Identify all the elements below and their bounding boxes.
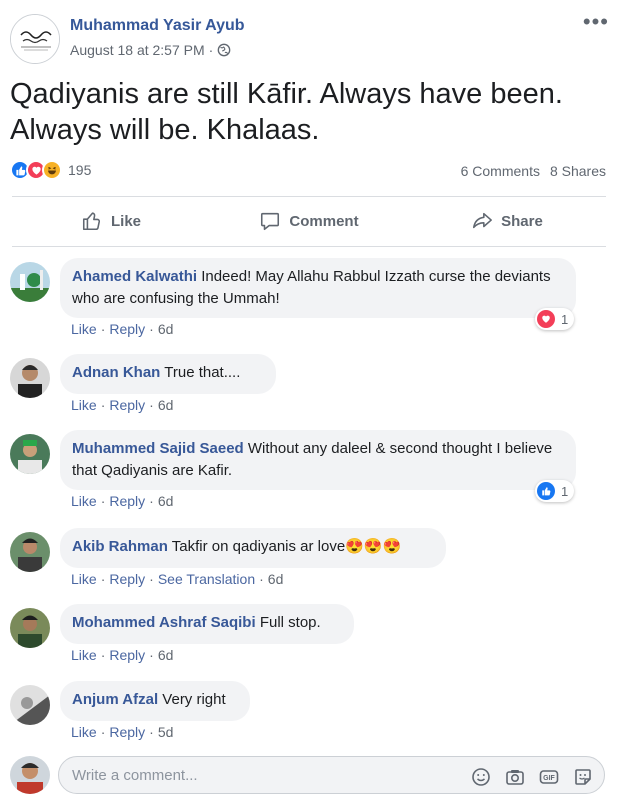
meta-separator: · [208, 42, 214, 58]
comment-like-link[interactable]: Like [71, 493, 97, 509]
comment-like-link[interactable]: Like [71, 724, 97, 740]
comment-reply-link[interactable]: Reply [109, 321, 145, 337]
page-logo [11, 15, 59, 63]
comment-item: Anjum Afzal Very right Like · Reply · 5d [10, 681, 610, 745]
share-label: Share [501, 212, 543, 230]
comment-icon [261, 212, 280, 231]
comment-actions: Like · Reply · 6d [71, 647, 174, 663]
comment-reaction-badge[interactable]: 1 [535, 308, 575, 330]
engagement-counts: 6 Comments 8 Shares [461, 163, 606, 179]
svg-text:GIF: GIF [543, 775, 555, 782]
heart-eyes-emoji: 😍😍😍 [345, 538, 402, 555]
gif-icon[interactable]: GIF [539, 767, 559, 787]
comment-actions: Like · Reply · 6d [71, 397, 174, 413]
thumbs-up-icon [82, 212, 101, 231]
comment-actions: Like · Reply · 6d [71, 493, 174, 509]
camera-icon[interactable] [505, 767, 525, 787]
sticker-icon[interactable] [573, 767, 593, 787]
comment-text: Very right [162, 691, 226, 708]
comment-like-link[interactable]: Like [71, 397, 97, 413]
comment-reply-link[interactable]: Reply [109, 724, 145, 740]
comment-time[interactable]: 5d [158, 724, 174, 740]
post-text: Qadiyanis are still Kāfir. Always have b… [10, 78, 563, 146]
post-card: Muhammad Yasir Ayub August 18 at 2:57 PM… [0, 0, 623, 794]
comment-bubble: Ahamed Kalwathi Indeed! May Allahu Rabbu… [60, 258, 576, 318]
commenter-avatar[interactable] [10, 608, 50, 648]
commenter-name[interactable]: Muhammed Sajid Saeed [72, 440, 244, 457]
comment-label: Comment [289, 212, 359, 230]
comment-text: Full stop. [259, 614, 321, 631]
like-reaction-icon [537, 482, 555, 500]
comment-bubble: Anjum Afzal Very right [60, 681, 250, 721]
composer-icons: GIF [471, 767, 593, 787]
comment-reply-link[interactable]: Reply [109, 647, 145, 663]
reaction-count: 195 [68, 162, 92, 178]
comment-reaction-count: 1 [561, 311, 569, 327]
see-translation-link[interactable]: See Translation [158, 571, 255, 587]
like-label: Like [110, 212, 141, 230]
commenter-name[interactable]: Ahamed Kalwathi [72, 268, 197, 285]
page-avatar[interactable] [10, 14, 60, 64]
comment-like-link[interactable]: Like [71, 647, 97, 663]
comment-reaction-count: 1 [561, 483, 569, 499]
comment-reply-link[interactable]: Reply [109, 493, 145, 509]
share-button[interactable]: Share [408, 198, 606, 244]
comment-item: Muhammed Sajid Saeed Without any daleel … [10, 430, 610, 514]
comment-reply-link[interactable]: Reply [109, 397, 145, 413]
commenter-avatar[interactable] [10, 685, 50, 725]
divider [12, 246, 606, 247]
comment-bubble: Mohammed Ashraf Saqibi Full stop. [60, 604, 354, 644]
comment-reply-link[interactable]: Reply [109, 571, 145, 587]
comment-time[interactable]: 6d [268, 571, 284, 587]
more-options-icon[interactable]: ••• [583, 11, 609, 33]
comment-actions: Like · Reply · 6d [71, 321, 174, 337]
comment-item: Ahamed Kalwathi Indeed! May Allahu Rabbu… [10, 258, 610, 342]
comment-reaction-badge[interactable]: 1 [535, 480, 575, 502]
commenter-avatar[interactable] [10, 358, 50, 398]
comment-bubble: Muhammed Sajid Saeed Without any daleel … [60, 430, 576, 490]
emoji-icon[interactable] [471, 767, 491, 787]
comment-item: Mohammed Ashraf Saqibi Full stop. Like · … [10, 604, 610, 668]
share-icon [473, 212, 493, 229]
commenter-name[interactable]: Mohammed Ashraf Saqibi [72, 614, 256, 631]
comment-time[interactable]: 6d [158, 321, 174, 337]
reaction-summary[interactable]: 195 [10, 160, 91, 180]
comment-time[interactable]: 6d [158, 493, 174, 509]
comment-bubble: Adnan Khan True that.... [60, 354, 276, 394]
comment-time[interactable]: 6d [158, 397, 174, 413]
current-user-avatar[interactable] [10, 756, 50, 794]
post-actions: Like Comment Share [12, 198, 606, 244]
comment-time[interactable]: 6d [158, 647, 174, 663]
comment-like-link[interactable]: Like [71, 321, 97, 337]
comments-count-link[interactable]: 6 Comments [461, 163, 540, 179]
commenter-name[interactable]: Akib Rahman [72, 538, 168, 555]
shares-count-link[interactable]: 8 Shares [550, 163, 606, 179]
commenter-avatar[interactable] [10, 262, 50, 302]
haha-reaction-icon [42, 160, 62, 180]
post-timestamp[interactable]: August 18 at 2:57 PM [70, 42, 205, 58]
comment-bubble: Akib Rahman Takfir on qadiyanis ar love😍… [60, 528, 446, 568]
comment-text: Takfir on qadiyanis ar love [171, 538, 346, 555]
like-button[interactable]: Like [12, 198, 210, 244]
commenter-name[interactable]: Anjum Afzal [72, 691, 158, 708]
commenter-name[interactable]: Adnan Khan [72, 364, 160, 381]
comment-item: Adnan Khan True that.... Like · Reply · 6d [10, 354, 610, 418]
commenter-avatar[interactable] [10, 434, 50, 474]
commenter-avatar[interactable] [10, 532, 50, 572]
post-meta: August 18 at 2:57 PM · [70, 42, 231, 58]
comment-actions: Like · Reply · See Translation · 6d [71, 571, 284, 587]
comment-button[interactable]: Comment [210, 198, 408, 244]
divider [12, 196, 606, 197]
comment-input-placeholder: Write a comment... [72, 766, 198, 784]
post-author[interactable]: Muhammad Yasir Ayub [70, 17, 245, 35]
comment-like-link[interactable]: Like [71, 571, 97, 587]
comment-actions: Like · Reply · 5d [71, 724, 174, 740]
globe-icon[interactable] [217, 43, 231, 57]
love-reaction-icon [537, 310, 555, 328]
comment-item: Akib Rahman Takfir on qadiyanis ar love😍… [10, 528, 610, 592]
comment-text: True that.... [164, 364, 241, 381]
